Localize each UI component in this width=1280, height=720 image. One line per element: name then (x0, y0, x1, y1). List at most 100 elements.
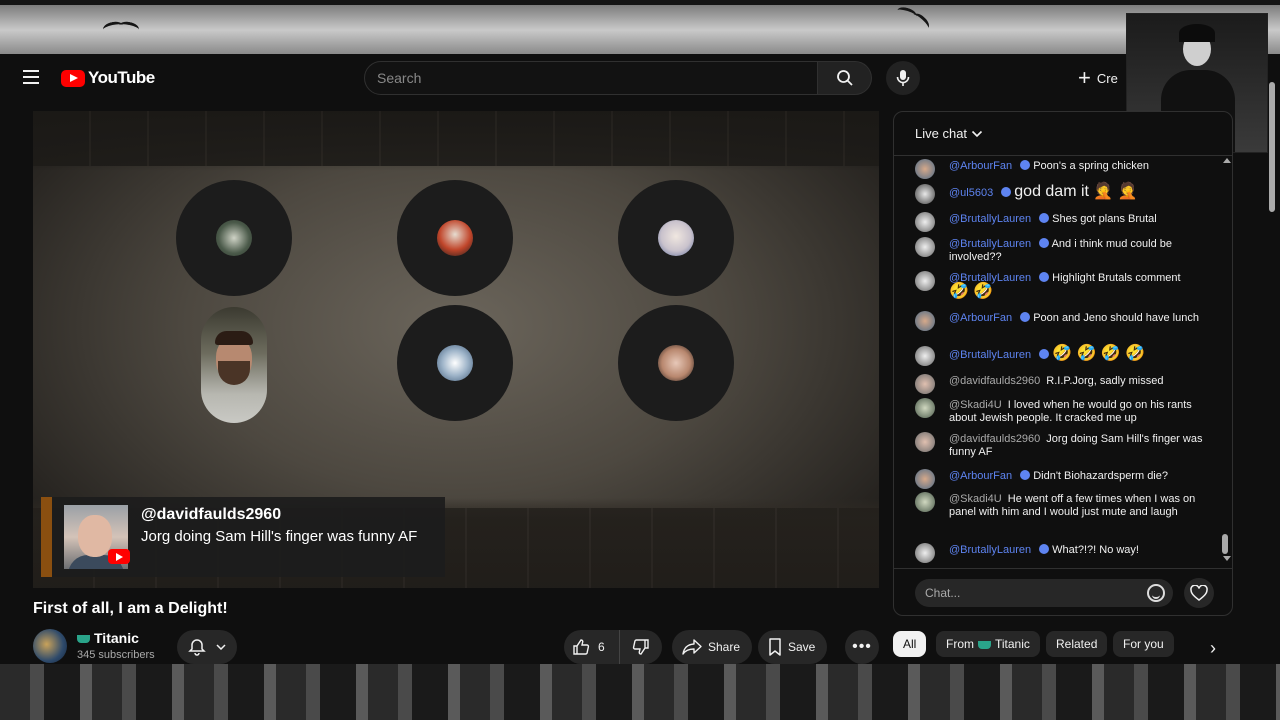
video-player[interactable]: @davidfaulds2960 Jorg doing Sam Hill's f… (33, 111, 879, 588)
chat-scroll-thumb[interactable] (1222, 534, 1228, 554)
smiley-icon[interactable] (1147, 584, 1165, 602)
youtube-logo-icon (61, 69, 85, 87)
chat-author[interactable]: @BrutallyLauren (949, 213, 1031, 225)
chat-avatar (915, 346, 935, 366)
chip-from-channel[interactable]: From Titanic (936, 631, 1040, 657)
live-chat-panel: Live chat @ArbourFan Poon's a spring chi… (893, 111, 1233, 616)
chevron-down-icon (216, 644, 226, 650)
highlighted-comment-banner: @davidfaulds2960 Jorg doing Sam Hill's f… (41, 497, 445, 577)
plus-icon: + (1078, 65, 1091, 90)
subscriber-count: 345 subscribers (77, 649, 155, 661)
verified-badge-icon (1039, 213, 1050, 223)
chat-message: @ul5603 god dam it 🤦 🤦 (915, 184, 1211, 204)
notification-bell-button[interactable] (177, 630, 237, 664)
chat-scrollbar[interactable] (1222, 162, 1228, 562)
chat-avatar (915, 469, 935, 489)
chat-text: R.I.P.Jorg, sadly missed (1046, 375, 1164, 387)
mic-icon (896, 70, 910, 86)
verified-badge-icon (1020, 160, 1031, 170)
share-button[interactable]: Share (672, 630, 753, 664)
backdrop-top (0, 0, 1280, 54)
chat-author[interactable]: @davidfaulds2960 (949, 433, 1040, 445)
search-icon (836, 70, 853, 86)
chat-message: @davidfaulds2960 Jorg doing Sam Hill's fi… (915, 432, 1211, 459)
chat-avatar (915, 492, 935, 512)
chat-author[interactable]: @BrutallyLauren (949, 238, 1031, 250)
chat-author[interactable]: @Skadi4U (949, 399, 1002, 411)
voice-search-button[interactable] (886, 61, 920, 95)
chat-message: @BrutallyLauren 🤣 🤣 🤣 🤣 (915, 345, 1211, 366)
channel-name-link[interactable]: Titanic (77, 630, 139, 646)
chat-text: 🤣 🤣 🤣 🤣 (1052, 345, 1146, 362)
verified-badge-icon (1039, 349, 1050, 359)
masthead: YouTube + Cre (0, 54, 1280, 102)
youtube-badge-icon (108, 549, 130, 564)
page-scrollbar[interactable] (1268, 70, 1276, 660)
verified-badge-icon (1001, 187, 1012, 197)
participant-tile (618, 180, 734, 296)
participant-tile (397, 180, 513, 296)
channel-avatar[interactable] (33, 629, 67, 663)
participant-tile (618, 305, 734, 421)
create-button[interactable]: + Cre (1078, 64, 1118, 92)
chip-label: Related (1056, 637, 1098, 651)
like-dislike-group: 6 (564, 630, 662, 664)
chat-author[interactable]: @davidfaulds2960 (949, 375, 1040, 387)
chat-avatar (915, 543, 935, 563)
save-button[interactable]: Save (758, 630, 828, 664)
chat-author[interactable]: @ul5603 (949, 187, 993, 199)
like-button[interactable]: 6 (564, 630, 620, 664)
crow-decoration (103, 22, 139, 32)
chat-message: @Skadi4U He went off a few times when I w… (915, 492, 1211, 519)
chat-avatar (915, 432, 935, 452)
live-chat-mode-dropdown[interactable]: Live chat (894, 112, 1232, 156)
chat-scroll-down-arrow[interactable] (1223, 556, 1231, 561)
chat-message-list[interactable]: @ArbourFan Poon's a spring chicken @ul56… (894, 156, 1220, 566)
chat-author[interactable]: @Skadi4U (949, 493, 1002, 505)
chat-message: @davidfaulds2960 R.I.P.Jorg, sadly missed (915, 374, 1211, 394)
chip-for-you[interactable]: For you (1113, 631, 1174, 657)
search-button[interactable] (818, 61, 872, 95)
chip-label: For you (1123, 637, 1164, 651)
menu-icon[interactable] (18, 66, 44, 90)
chat-author[interactable]: @ArbourFan (949, 312, 1012, 324)
more-actions-button[interactable]: ••• (845, 630, 879, 664)
chip-all[interactable]: All (893, 631, 927, 657)
chat-message: @ArbourFan Poon's a spring chicken (915, 159, 1211, 179)
page-scroll-thumb[interactable] (1269, 82, 1275, 212)
search-input[interactable] (364, 61, 818, 95)
chat-text: Highlight Brutals comment (1052, 272, 1181, 284)
ceiling-planks (33, 111, 879, 166)
chat-input[interactable] (915, 579, 1173, 607)
verified-badge-icon (1039, 272, 1050, 282)
search-bar (364, 61, 872, 95)
chat-avatar (915, 237, 935, 257)
chat-avatar (915, 398, 935, 418)
dislike-button[interactable] (620, 630, 662, 664)
bell-icon (188, 639, 206, 656)
verified-badge-icon (1039, 238, 1050, 248)
heart-button[interactable] (1184, 578, 1214, 608)
chip-related[interactable]: Related (1046, 631, 1108, 657)
chat-message: @BrutallyLauren Highlight Brutals commen… (915, 271, 1211, 300)
chat-avatar (915, 212, 935, 232)
chat-author[interactable]: @ArbourFan (949, 160, 1012, 172)
youtube-logo[interactable]: YouTube (61, 68, 155, 88)
share-label: Share (708, 640, 741, 654)
chat-avatar (915, 271, 935, 291)
chat-message: @Skadi4U I loved when he would go on his … (915, 398, 1211, 425)
heart-icon (1190, 585, 1208, 601)
chat-avatar (915, 159, 935, 179)
verified-badge-icon (1020, 470, 1031, 480)
participant-avatar (437, 345, 473, 381)
chat-author[interactable]: @BrutallyLauren (949, 349, 1031, 361)
chat-author[interactable]: @BrutallyLauren (949, 544, 1031, 556)
banner-text: Jorg doing Sam Hill's finger was funny A… (141, 528, 418, 545)
chat-author[interactable]: @ArbourFan (949, 470, 1012, 482)
participant-avatar (437, 220, 473, 256)
participant-avatar (658, 345, 694, 381)
more-horizontal-icon: ••• (852, 638, 872, 655)
chat-text: Didn't Biohazardsperm die? (1033, 470, 1168, 482)
chevron-right-icon[interactable]: › (1200, 635, 1226, 661)
thumbs-up-icon (573, 639, 590, 655)
